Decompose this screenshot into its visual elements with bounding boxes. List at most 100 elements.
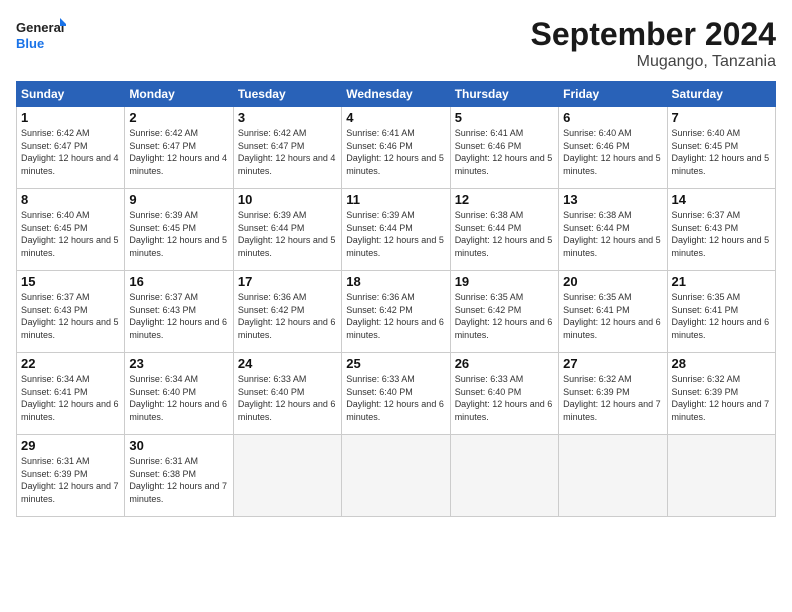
table-row: 15 Sunrise: 6:37 AM Sunset: 6:43 PM Dayl… (17, 271, 125, 353)
page: General Blue September 2024 Mugango, Tan… (0, 0, 792, 612)
table-row: 13 Sunrise: 6:38 AM Sunset: 6:44 PM Dayl… (559, 189, 667, 271)
cell-info: Sunrise: 6:32 AM Sunset: 6:39 PM Dayligh… (563, 373, 662, 423)
cell-info: Sunrise: 6:39 AM Sunset: 6:44 PM Dayligh… (346, 209, 445, 259)
day-number: 19 (455, 274, 554, 289)
day-number: 23 (129, 356, 228, 371)
day-number: 6 (563, 110, 662, 125)
day-number: 10 (238, 192, 337, 207)
table-row: 28 Sunrise: 6:32 AM Sunset: 6:39 PM Dayl… (667, 353, 775, 435)
day-number: 27 (563, 356, 662, 371)
location-subtitle: Mugango, Tanzania (531, 53, 776, 71)
col-thursday: Thursday (450, 82, 558, 107)
cell-info: Sunrise: 6:33 AM Sunset: 6:40 PM Dayligh… (346, 373, 445, 423)
day-number: 4 (346, 110, 445, 125)
cell-info: Sunrise: 6:34 AM Sunset: 6:41 PM Dayligh… (21, 373, 120, 423)
day-number: 22 (21, 356, 120, 371)
table-row: 26 Sunrise: 6:33 AM Sunset: 6:40 PM Dayl… (450, 353, 558, 435)
table-row: 29 Sunrise: 6:31 AM Sunset: 6:39 PM Dayl… (17, 435, 125, 517)
day-number: 28 (672, 356, 771, 371)
day-number: 15 (21, 274, 120, 289)
cell-info: Sunrise: 6:37 AM Sunset: 6:43 PM Dayligh… (129, 291, 228, 341)
cell-info: Sunrise: 6:39 AM Sunset: 6:44 PM Dayligh… (238, 209, 337, 259)
table-row: 4 Sunrise: 6:41 AM Sunset: 6:46 PM Dayli… (342, 107, 450, 189)
cell-info: Sunrise: 6:41 AM Sunset: 6:46 PM Dayligh… (455, 127, 554, 177)
table-row: 22 Sunrise: 6:34 AM Sunset: 6:41 PM Dayl… (17, 353, 125, 435)
table-row: 11 Sunrise: 6:39 AM Sunset: 6:44 PM Dayl… (342, 189, 450, 271)
logo-svg: General Blue (16, 16, 66, 56)
table-row: 17 Sunrise: 6:36 AM Sunset: 6:42 PM Dayl… (233, 271, 341, 353)
day-number: 24 (238, 356, 337, 371)
cell-info: Sunrise: 6:42 AM Sunset: 6:47 PM Dayligh… (129, 127, 228, 177)
cell-info: Sunrise: 6:35 AM Sunset: 6:41 PM Dayligh… (563, 291, 662, 341)
day-number: 3 (238, 110, 337, 125)
table-row: 25 Sunrise: 6:33 AM Sunset: 6:40 PM Dayl… (342, 353, 450, 435)
day-number: 20 (563, 274, 662, 289)
cell-info: Sunrise: 6:37 AM Sunset: 6:43 PM Dayligh… (672, 209, 771, 259)
table-row: 30 Sunrise: 6:31 AM Sunset: 6:38 PM Dayl… (125, 435, 233, 517)
cell-info: Sunrise: 6:38 AM Sunset: 6:44 PM Dayligh… (563, 209, 662, 259)
cell-info: Sunrise: 6:37 AM Sunset: 6:43 PM Dayligh… (21, 291, 120, 341)
col-friday: Friday (559, 82, 667, 107)
cell-info: Sunrise: 6:31 AM Sunset: 6:39 PM Dayligh… (21, 455, 120, 505)
svg-text:General: General (16, 20, 64, 35)
table-row (233, 435, 341, 517)
table-row: 19 Sunrise: 6:35 AM Sunset: 6:42 PM Dayl… (450, 271, 558, 353)
day-number: 21 (672, 274, 771, 289)
calendar-row: 1 Sunrise: 6:42 AM Sunset: 6:47 PM Dayli… (17, 107, 776, 189)
cell-info: Sunrise: 6:34 AM Sunset: 6:40 PM Dayligh… (129, 373, 228, 423)
table-row: 6 Sunrise: 6:40 AM Sunset: 6:46 PM Dayli… (559, 107, 667, 189)
cell-info: Sunrise: 6:36 AM Sunset: 6:42 PM Dayligh… (238, 291, 337, 341)
cell-info: Sunrise: 6:31 AM Sunset: 6:38 PM Dayligh… (129, 455, 228, 505)
table-row: 1 Sunrise: 6:42 AM Sunset: 6:47 PM Dayli… (17, 107, 125, 189)
table-row: 5 Sunrise: 6:41 AM Sunset: 6:46 PM Dayli… (450, 107, 558, 189)
day-number: 14 (672, 192, 771, 207)
table-row: 7 Sunrise: 6:40 AM Sunset: 6:45 PM Dayli… (667, 107, 775, 189)
col-saturday: Saturday (667, 82, 775, 107)
day-number: 9 (129, 192, 228, 207)
table-row: 12 Sunrise: 6:38 AM Sunset: 6:44 PM Dayl… (450, 189, 558, 271)
month-title: September 2024 (531, 16, 776, 53)
cell-info: Sunrise: 6:42 AM Sunset: 6:47 PM Dayligh… (21, 127, 120, 177)
table-row: 10 Sunrise: 6:39 AM Sunset: 6:44 PM Dayl… (233, 189, 341, 271)
cell-info: Sunrise: 6:33 AM Sunset: 6:40 PM Dayligh… (238, 373, 337, 423)
table-row (450, 435, 558, 517)
col-sunday: Sunday (17, 82, 125, 107)
table-row: 9 Sunrise: 6:39 AM Sunset: 6:45 PM Dayli… (125, 189, 233, 271)
cell-info: Sunrise: 6:32 AM Sunset: 6:39 PM Dayligh… (672, 373, 771, 423)
day-number: 30 (129, 438, 228, 453)
cell-info: Sunrise: 6:35 AM Sunset: 6:41 PM Dayligh… (672, 291, 771, 341)
table-row: 23 Sunrise: 6:34 AM Sunset: 6:40 PM Dayl… (125, 353, 233, 435)
day-number: 1 (21, 110, 120, 125)
day-number: 8 (21, 192, 120, 207)
day-number: 25 (346, 356, 445, 371)
table-row: 18 Sunrise: 6:36 AM Sunset: 6:42 PM Dayl… (342, 271, 450, 353)
table-row: 16 Sunrise: 6:37 AM Sunset: 6:43 PM Dayl… (125, 271, 233, 353)
calendar-table: Sunday Monday Tuesday Wednesday Thursday… (16, 81, 776, 517)
header: General Blue September 2024 Mugango, Tan… (16, 16, 776, 71)
calendar-header-row: Sunday Monday Tuesday Wednesday Thursday… (17, 82, 776, 107)
calendar-row: 8 Sunrise: 6:40 AM Sunset: 6:45 PM Dayli… (17, 189, 776, 271)
cell-info: Sunrise: 6:33 AM Sunset: 6:40 PM Dayligh… (455, 373, 554, 423)
cell-info: Sunrise: 6:41 AM Sunset: 6:46 PM Dayligh… (346, 127, 445, 177)
cell-info: Sunrise: 6:35 AM Sunset: 6:42 PM Dayligh… (455, 291, 554, 341)
table-row (559, 435, 667, 517)
svg-text:Blue: Blue (16, 36, 44, 51)
day-number: 16 (129, 274, 228, 289)
day-number: 17 (238, 274, 337, 289)
day-number: 11 (346, 192, 445, 207)
cell-info: Sunrise: 6:39 AM Sunset: 6:45 PM Dayligh… (129, 209, 228, 259)
table-row: 27 Sunrise: 6:32 AM Sunset: 6:39 PM Dayl… (559, 353, 667, 435)
day-number: 7 (672, 110, 771, 125)
cell-info: Sunrise: 6:42 AM Sunset: 6:47 PM Dayligh… (238, 127, 337, 177)
cell-info: Sunrise: 6:40 AM Sunset: 6:46 PM Dayligh… (563, 127, 662, 177)
cell-info: Sunrise: 6:38 AM Sunset: 6:44 PM Dayligh… (455, 209, 554, 259)
calendar-row: 29 Sunrise: 6:31 AM Sunset: 6:39 PM Dayl… (17, 435, 776, 517)
table-row: 8 Sunrise: 6:40 AM Sunset: 6:45 PM Dayli… (17, 189, 125, 271)
table-row: 3 Sunrise: 6:42 AM Sunset: 6:47 PM Dayli… (233, 107, 341, 189)
table-row (342, 435, 450, 517)
table-row (667, 435, 775, 517)
cell-info: Sunrise: 6:40 AM Sunset: 6:45 PM Dayligh… (672, 127, 771, 177)
day-number: 26 (455, 356, 554, 371)
table-row: 20 Sunrise: 6:35 AM Sunset: 6:41 PM Dayl… (559, 271, 667, 353)
day-number: 5 (455, 110, 554, 125)
